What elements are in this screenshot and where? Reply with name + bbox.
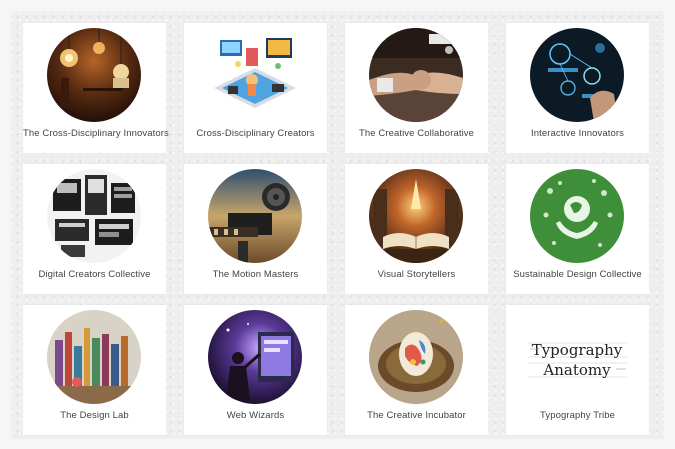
group-card-motion-masters[interactable]: The Motion Masters	[184, 164, 327, 294]
card-label[interactable]: Sustainable Design Collective	[506, 269, 649, 280]
group-card-creative-collaborative[interactable]: The Creative Collaborative	[345, 23, 488, 153]
card-label[interactable]: The Design Lab	[23, 410, 166, 421]
group-card-cross-disciplinary-innovators[interactable]: The Cross-Disciplinary Innovators	[23, 23, 169, 153]
ui-screens-image	[47, 169, 141, 263]
card-label[interactable]: The Motion Masters	[184, 269, 327, 280]
open-book-image	[369, 169, 463, 263]
egg-nest-image	[369, 310, 463, 404]
bottles-image	[47, 310, 141, 404]
card-label[interactable]: The Cross-Disciplinary Innovators	[23, 128, 169, 139]
lightbulbs-image	[47, 28, 141, 122]
typography-anatomy-image: Typography Anatomy	[526, 335, 629, 385]
group-card-cross-disciplinary-creators[interactable]: Cross-Disciplinary Creators	[184, 23, 327, 153]
isometric-devices-image	[208, 28, 302, 122]
card-label[interactable]: Typography Tribe	[506, 410, 649, 421]
handshake-image	[369, 28, 463, 122]
typography-art-line2: Anatomy	[542, 361, 611, 379]
group-card-visual-storytellers[interactable]: Visual Storytellers	[345, 164, 488, 294]
groups-grid: The Cross-Disciplinary Innovators Cross-…	[11, 11, 664, 439]
group-card-interactive-innovators[interactable]: Interactive Innovators	[506, 23, 649, 153]
card-label[interactable]: Visual Storytellers	[345, 269, 488, 280]
green-globe-hands-image	[530, 169, 624, 263]
group-card-digital-creators-collective[interactable]: Digital Creators Collective	[23, 164, 166, 294]
wizard-screen-image	[208, 310, 302, 404]
group-card-typography-tribe[interactable]: Typography Anatomy Typography Tribe	[506, 305, 649, 435]
typography-art-line1: Typography	[532, 341, 623, 359]
digital-interface-image	[530, 28, 624, 122]
card-label[interactable]: Cross-Disciplinary Creators	[184, 128, 327, 139]
card-label[interactable]: The Creative Collaborative	[345, 128, 488, 139]
group-card-creative-incubator[interactable]: The Creative Incubator	[345, 305, 488, 435]
film-camera-image	[208, 169, 302, 263]
group-card-design-lab[interactable]: The Design Lab	[23, 305, 166, 435]
group-card-web-wizards[interactable]: Web Wizards	[184, 305, 327, 435]
card-label[interactable]: Digital Creators Collective	[23, 269, 166, 280]
card-label[interactable]: The Creative Incubator	[345, 410, 488, 421]
card-label[interactable]: Web Wizards	[184, 410, 327, 421]
group-card-sustainable-design-collective[interactable]: Sustainable Design Collective	[506, 164, 649, 294]
card-label[interactable]: Interactive Innovators	[506, 128, 649, 139]
